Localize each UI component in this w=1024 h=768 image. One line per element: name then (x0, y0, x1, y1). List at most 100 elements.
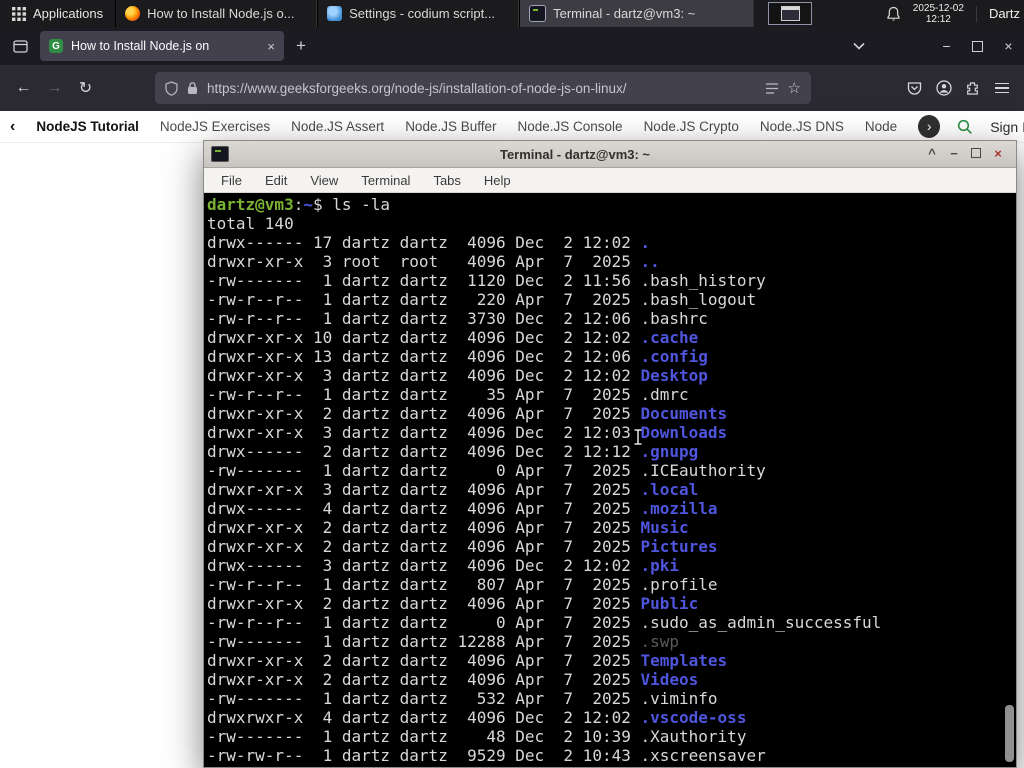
terminal-line: drwxr-xr-x 3 dartz dartz 4096 Dec 2 12:0… (207, 423, 728, 442)
tracking-shield-icon[interactable] (165, 80, 178, 96)
site-nav-item[interactable]: Node.JS Crypto (644, 119, 739, 134)
search-icon[interactable] (957, 119, 973, 135)
firefox-view-icon (12, 39, 28, 53)
total-line: total 140 (207, 214, 294, 233)
terminal-scrollbar-thumb[interactable] (1005, 705, 1014, 762)
file-listing: drwx------ 17 dartz dartz 4096 Dec 2 12:… (207, 233, 1014, 765)
taskbar-item-terminal[interactable]: Terminal - dartz@vm3: ~ (519, 0, 755, 27)
applications-menu-button[interactable]: Applications (0, 0, 115, 27)
clock-date: 2025-12-02 (912, 2, 964, 14)
taskbar-item-title: Settings - codium script... (349, 6, 496, 21)
prompt-command: ls -la (322, 195, 391, 214)
url-text[interactable]: https://www.geeksforgeeks.org/node-js/in… (207, 81, 756, 96)
menu-terminal[interactable]: Terminal (361, 173, 410, 188)
taskbar-item-codium[interactable]: Settings - codium script... (317, 0, 520, 27)
site-nav-back-icon[interactable]: ‹ (10, 118, 15, 136)
menu-button[interactable] (987, 74, 1016, 103)
terminal-line: drwx------ 4 dartz dartz 4096 Apr 7 2025… (207, 499, 718, 518)
terminal-title: Terminal - dartz@vm3: ~ (499, 146, 651, 162)
workspace-switcher[interactable] (768, 2, 813, 25)
menu-tabs[interactable]: Tabs (433, 173, 460, 188)
terminal-line: -rw-r--r-- 1 dartz dartz 220 Apr 7 2025 … (207, 290, 757, 309)
i-beam-cursor (634, 428, 642, 446)
lock-icon[interactable] (187, 81, 198, 95)
refresh-button[interactable]: ↻ (70, 73, 101, 104)
tab-bar: G How to Install Node.js on × + − × (0, 27, 1024, 65)
file-name: .vscode-oss (640, 708, 747, 727)
terminal-line: drwx------ 2 dartz dartz 4096 Dec 2 12:1… (207, 442, 699, 461)
terminal-icon (529, 5, 547, 22)
pocket-button[interactable] (900, 74, 929, 103)
menu-view[interactable]: View (310, 173, 338, 188)
address-bar[interactable]: https://www.geeksforgeeks.org/node-js/in… (155, 72, 811, 104)
terminal-line: drwxrwxr-x 4 dartz dartz 4096 Dec 2 12:0… (207, 708, 747, 727)
terminal-line: drwxr-xr-x 2 dartz dartz 4096 Apr 7 2025… (207, 594, 699, 613)
terminal-output[interactable]: dartz@vm3:~$ ls -la total 140 drwx------… (204, 193, 1016, 767)
file-name: .config (640, 347, 708, 366)
file-name: Downloads (640, 423, 728, 442)
file-name: .viminfo (640, 689, 718, 708)
file-name: .profile (640, 575, 718, 594)
terminal-line: drwxr-xr-x 2 dartz dartz 4096 Apr 7 2025… (207, 651, 728, 670)
window-maximize-button[interactable] (962, 31, 993, 61)
file-name: .sudo_as_admin_successful (640, 613, 882, 632)
account-button[interactable] (929, 74, 958, 103)
tab-title: How to Install Node.js on (71, 39, 210, 53)
file-name: Pictures (640, 537, 718, 556)
terminal-line: -rw------- 1 dartz dartz 0 Apr 7 2025 .I… (207, 461, 766, 480)
terminal-line: drwxr-xr-x 2 dartz dartz 4096 Apr 7 2025… (207, 518, 689, 537)
site-nav-item[interactable]: Node.JS Buffer (405, 119, 496, 134)
extensions-puzzle-icon (967, 81, 978, 95)
terminal-line: -rw------- 1 dartz dartz 532 Apr 7 2025 … (207, 689, 718, 708)
menu-edit[interactable]: Edit (265, 173, 287, 188)
site-nav-right: › Sign In (918, 115, 1024, 138)
new-tab-button[interactable]: + (287, 32, 315, 60)
file-name: Documents (640, 404, 728, 423)
shade-icon[interactable]: ^ (921, 142, 943, 166)
site-nav-item[interactable]: NodeJS Exercises (160, 119, 270, 134)
notifications-bell-icon[interactable] (886, 6, 901, 22)
close-icon[interactable]: × (987, 142, 1009, 166)
sign-in-button[interactable]: Sign In (990, 119, 1024, 135)
file-name: .gnupg (640, 442, 699, 461)
reader-view-icon[interactable] (765, 82, 779, 95)
site-nav-item-tutorial[interactable]: NodeJS Tutorial (36, 119, 139, 134)
file-name: Desktop (640, 366, 708, 385)
site-nav-item[interactable]: Node.JS DNS (760, 119, 844, 134)
terminal-window: Terminal - dartz@vm3: ~ ^ − × File Edit … (203, 140, 1017, 768)
file-name: .cache (640, 328, 699, 347)
terminal-line: -rw-r--r-- 1 dartz dartz 35 Apr 7 2025 .… (207, 385, 689, 404)
extensions-button[interactable] (958, 74, 987, 103)
site-nav-item[interactable]: Node.JS Console (518, 119, 623, 134)
bookmark-star-icon[interactable]: ☆ (788, 79, 801, 97)
minimize-icon[interactable]: − (943, 142, 965, 166)
forward-button[interactable]: → (39, 73, 70, 104)
panel-separator (975, 5, 977, 22)
site-nav-scroll-right-button[interactable]: › (918, 115, 941, 138)
panel-clock[interactable]: 2025-12-02 12:12 (913, 3, 964, 25)
geeksforgeeks-favicon: G (49, 39, 63, 53)
terminal-titlebar[interactable]: Terminal - dartz@vm3: ~ ^ − × (204, 141, 1016, 168)
terminal-line: -rw------- 1 dartz dartz 12288 Apr 7 202… (207, 632, 680, 651)
site-nav-item[interactable]: Node.JS Assert (291, 119, 384, 134)
terminal-line: -rw------- 1 dartz dartz 1120 Dec 2 11:5… (207, 271, 766, 290)
menu-help[interactable]: Help (484, 173, 511, 188)
site-nav-item[interactable]: Node (865, 119, 897, 134)
window-minimize-button[interactable]: − (931, 31, 962, 61)
back-button[interactable]: ← (8, 73, 39, 104)
terminal-line: drwxr-xr-x 13 dartz dartz 4096 Dec 2 12:… (207, 347, 708, 366)
browser-tab[interactable]: G How to Install Node.js on × (40, 31, 284, 61)
panel-user-label[interactable]: Dartz (989, 6, 1020, 21)
terminal-line: drwxr-xr-x 2 dartz dartz 4096 Apr 7 2025… (207, 537, 718, 556)
window-close-button[interactable]: × (993, 31, 1024, 61)
terminal-line: -rw-r--r-- 1 dartz dartz 807 Apr 7 2025 … (207, 575, 718, 594)
tab-close-icon[interactable]: × (267, 39, 275, 54)
menu-file[interactable]: File (221, 173, 242, 188)
taskbar-item-browser[interactable]: How to Install Node.js o... (115, 0, 318, 27)
terminal-menubar: File Edit View Terminal Tabs Help (204, 168, 1016, 193)
firefox-view-button[interactable] (5, 32, 35, 60)
site-category-nav: ‹ NodeJS Tutorial NodeJS Exercises Node.… (0, 111, 1024, 143)
taskbar-item-title: How to Install Node.js o... (147, 6, 295, 21)
maximize-icon[interactable] (965, 142, 987, 166)
list-all-tabs-button[interactable] (845, 32, 873, 60)
